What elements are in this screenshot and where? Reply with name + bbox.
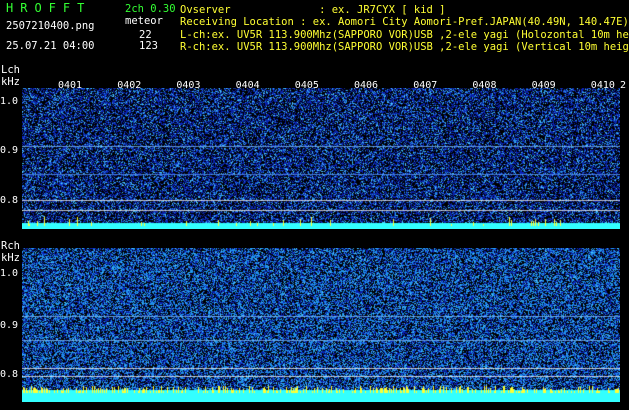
rch-meteor-count: 123 [139, 40, 158, 52]
app-title: HROFFT [6, 1, 92, 15]
lch-label: Lch [1, 64, 20, 76]
meteor-label: meteor [125, 15, 163, 27]
filename-label: 2507210400.png [6, 20, 95, 32]
observer-line: Ovserver : ex. JR7CYX [ kid ] [180, 4, 446, 16]
rch-ytick-0.9: 0.9 [0, 320, 19, 331]
version-label: 2ch 0.30 [125, 3, 176, 15]
rch-ytick-0.8: 0.8 [0, 369, 19, 380]
lch-unit: kHz [1, 76, 20, 88]
lch-ytick-1.0: 1.0 [0, 96, 19, 107]
lch-ytick-0.8: 0.8 [0, 195, 19, 206]
lch-spectrogram [22, 88, 620, 229]
rch-unit: kHz [1, 252, 20, 264]
rch-label: Rch [1, 240, 20, 252]
rch-setup-line: R-ch:ex. UV5R 113.900Mhz(SAPPORO VOR)USB… [180, 41, 629, 53]
rch-spectrogram [22, 248, 620, 402]
time-axis-edge: 2 [620, 80, 627, 91]
datetime-label: 25.07.21 04:00 [6, 40, 95, 52]
rch-ytick-1.0: 1.0 [0, 268, 19, 279]
location-line: Receiving Location : ex. Aomori City Aom… [180, 16, 629, 28]
lch-ytick-0.9: 0.9 [0, 145, 19, 156]
lch-setup-line: L-ch:ex. UV5R 113.900Mhz(SAPPORO VOR)USB… [180, 29, 629, 41]
